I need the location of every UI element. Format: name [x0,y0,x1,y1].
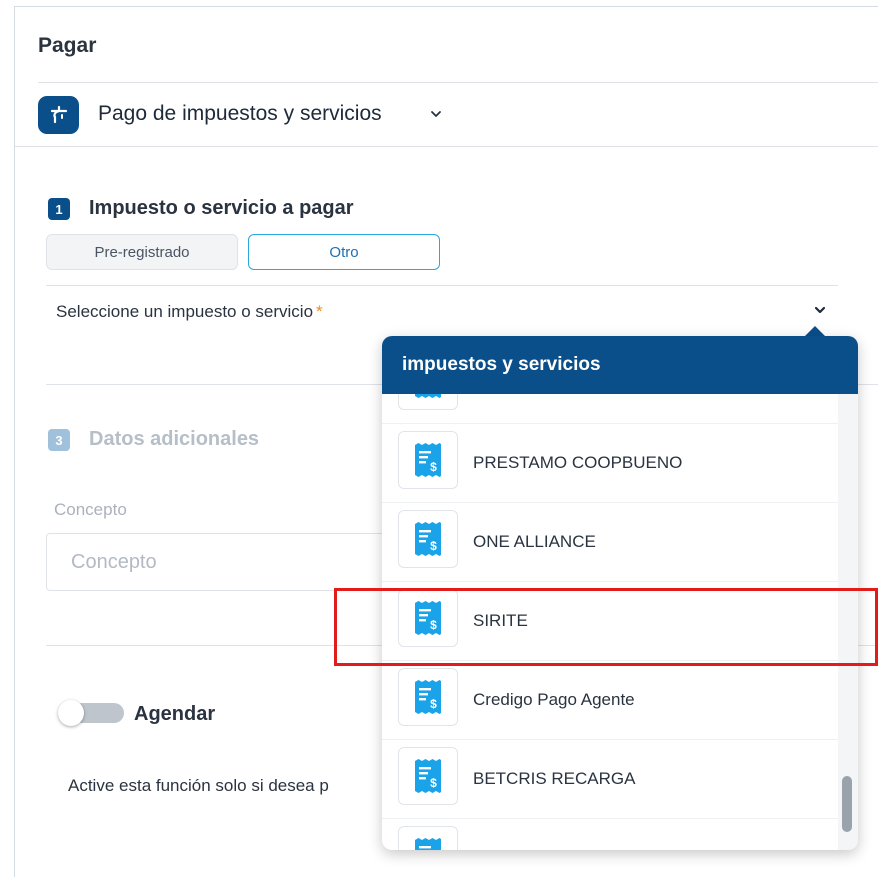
tap-icon [38,96,79,134]
service-select[interactable]: Seleccione un impuesto o servicio * [56,302,323,322]
step-number-badge: 3 [48,429,70,451]
dropdown-item-label: Credigo Pago Agente [473,689,635,709]
chevron-down-icon[interactable] [812,302,828,318]
svg-text:$: $ [430,697,437,711]
svg-text:$: $ [430,776,437,790]
divider [38,82,878,83]
svg-text:$: $ [430,618,437,632]
divider [14,146,878,147]
svg-text:$: $ [430,394,437,395]
required-mark: * [316,302,323,321]
divider [382,423,838,424]
svg-text:$: $ [430,460,437,474]
dropdown-item[interactable]: $ [382,818,838,850]
divider [382,502,838,503]
scrollbar-thumb[interactable] [842,776,852,832]
agendar-help-text: Active esta función solo si desea p [68,776,329,795]
dropdown-list: $ AHORROS COOPBUENO $ PRESTAMO COOPBUENO $ ON… [382,394,838,850]
tab-otro[interactable]: Otro [248,234,440,270]
dropdown-item[interactable]: $ ONE ALLIANCE [382,502,838,581]
dropdown-item-label: ONE ALLIANCE [473,531,596,551]
chevron-down-icon[interactable] [428,106,444,122]
receipt-dollar-icon: $ [398,826,458,850]
divider [382,739,838,740]
step-number-badge: 1 [48,198,70,220]
divider [382,581,838,582]
concepto-input[interactable] [46,533,406,591]
receipt-dollar-icon: $ [398,431,458,489]
dropdown-item[interactable]: $ Credigo Pago Agente [382,660,838,739]
agendar-label: Agendar [134,703,216,725]
receipt-dollar-icon: $ [398,510,458,568]
divider [382,660,838,661]
service-type-title[interactable]: Pago de impuestos y servicios [98,102,382,126]
step-title: Impuesto o servicio a pagar [89,197,354,219]
dropdown-item[interactable]: $ AHORROS COOPBUENO [382,394,838,423]
dropdown-item-label: BETCRIS RECARGA [473,768,636,788]
dropdown-item-label: PRESTAMO COOPBUENO [473,452,683,472]
svg-text:$: $ [430,539,437,553]
service-dropdown: impuestos y servicios $ AHORROS COOPBUENO… [382,336,858,850]
receipt-dollar-icon: $ [398,747,458,805]
tab-pre-registrado[interactable]: Pre-registrado [46,234,238,270]
step-title: Datos adicionales [89,428,260,450]
divider [46,285,838,286]
dropdown-item[interactable]: $ BETCRIS RECARGA [382,739,838,818]
dropdown-item[interactable]: $ PRESTAMO COOPBUENO [382,423,838,502]
dropdown-header: impuestos y servicios [382,336,858,394]
dropdown-item[interactable]: $ SIRITE [382,581,838,660]
receipt-dollar-icon: $ [398,394,458,410]
concepto-label: Concepto [54,500,127,519]
agendar-toggle[interactable] [58,700,124,726]
page-title: Pagar [38,34,97,57]
receipt-dollar-icon: $ [398,589,458,647]
dropdown-item-label: AHORROS COOPBUENO [473,394,674,423]
receipt-dollar-icon: $ [398,668,458,726]
toggle-knob [58,700,84,726]
divider [382,818,838,819]
select-label: Seleccione un impuesto o servicio [56,302,314,321]
dropdown-item-label: SIRITE [473,610,528,630]
